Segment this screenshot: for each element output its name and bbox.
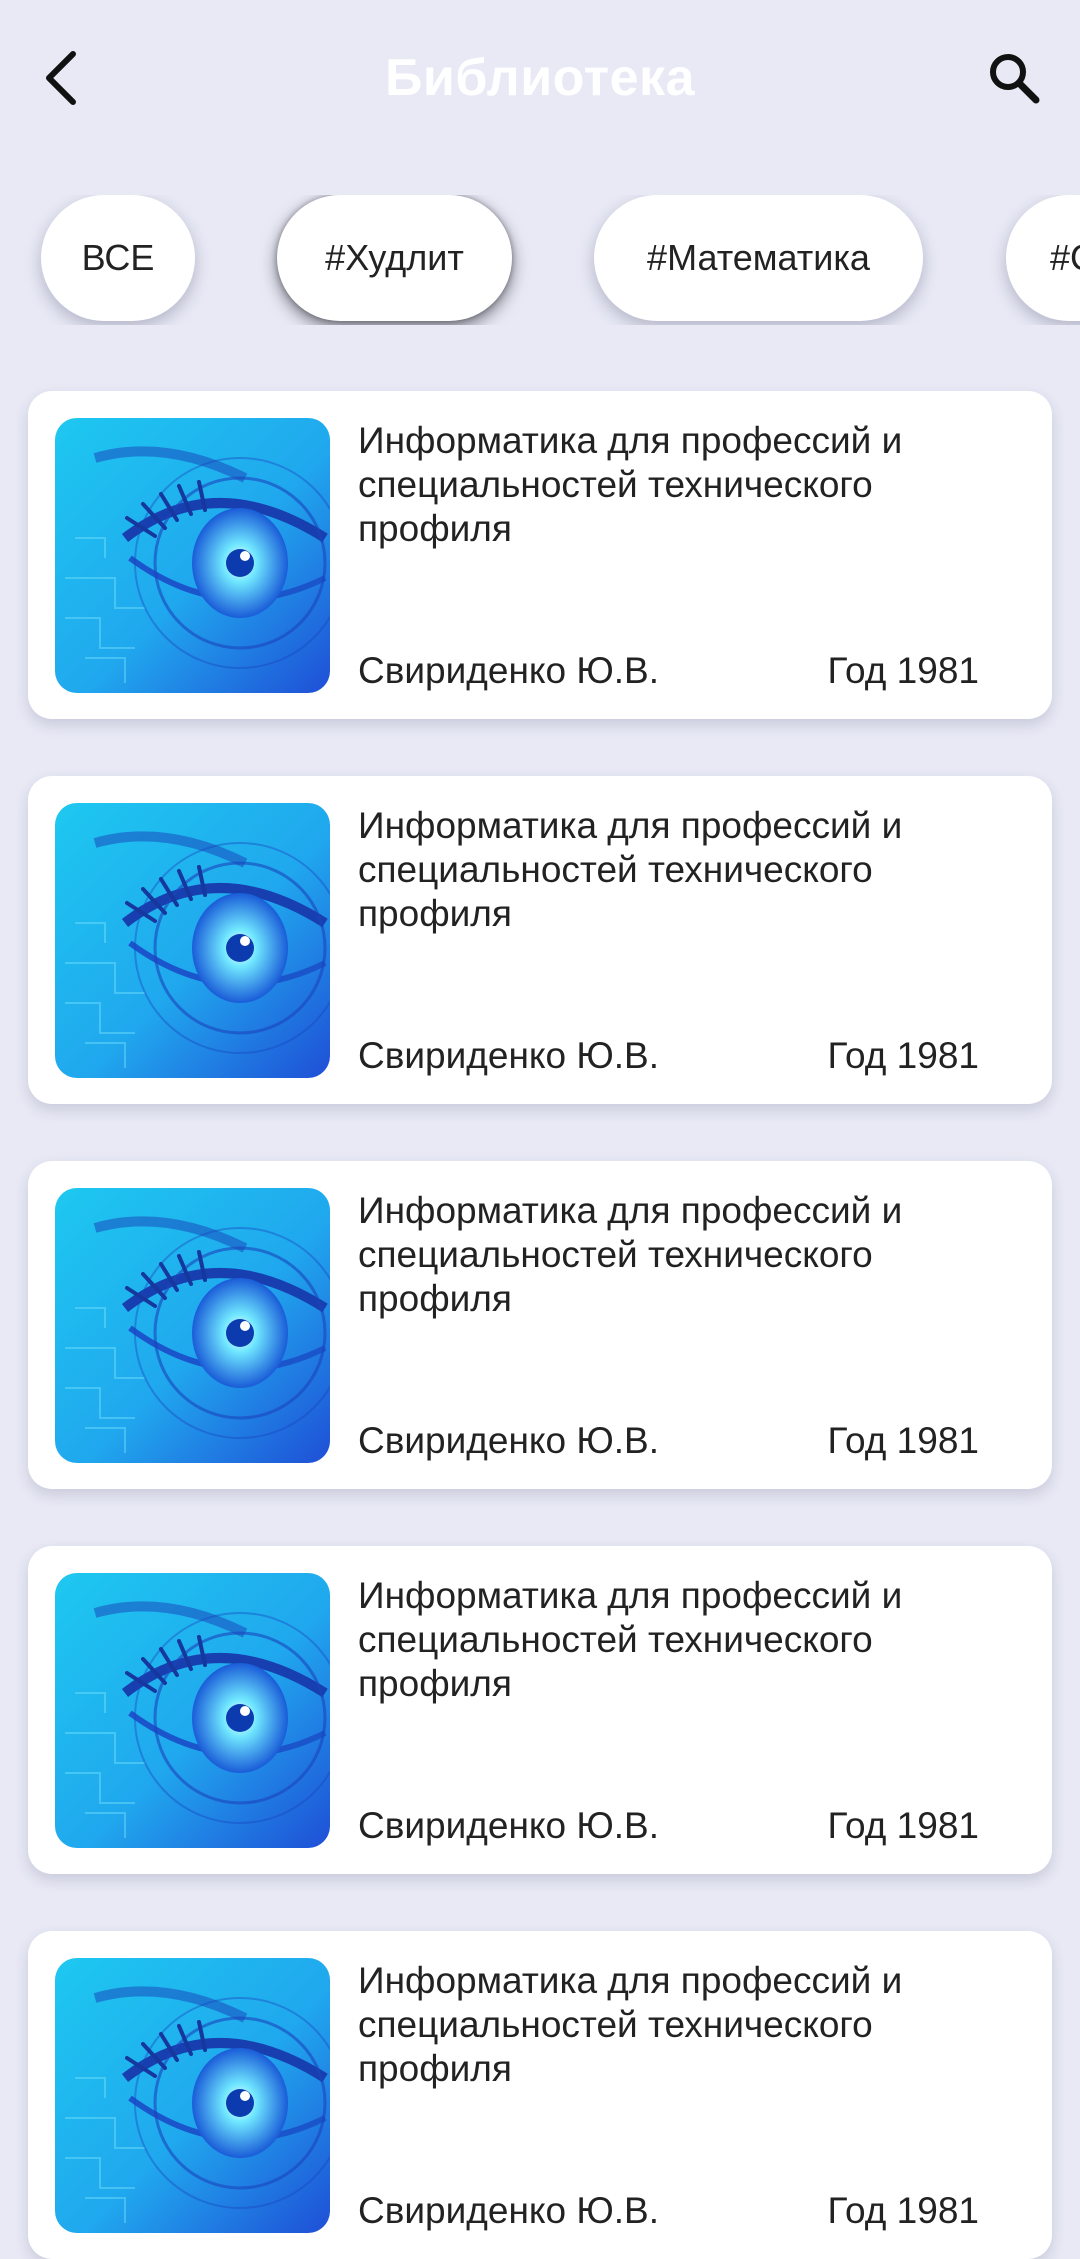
- book-card[interactable]: Информатика для профессий и специальност…: [28, 1931, 1052, 2259]
- book-cover: [55, 1188, 330, 1463]
- book-author: Свириденко Ю.В.: [358, 2190, 659, 2231]
- book-card[interactable]: Информатика для профессий и специальност…: [28, 776, 1052, 1104]
- eye-cover-image: [55, 803, 330, 1078]
- book-author: Свириденко Ю.В.: [358, 1035, 659, 1076]
- book-year: Год 1981: [827, 650, 979, 691]
- book-card[interactable]: Информатика для профессий и специальност…: [28, 1546, 1052, 1874]
- book-title: Информатика для профессий и специальност…: [358, 805, 903, 934]
- book-year: Год 1981: [827, 1035, 979, 1076]
- book-author: Свириденко Ю.В.: [358, 1805, 659, 1846]
- book-year: Год 1981: [827, 2190, 979, 2231]
- book-title: Информатика для профессий и специальност…: [358, 1575, 903, 1704]
- book-title: Информатика для профессий и специальност…: [358, 420, 903, 549]
- search-icon: [990, 54, 1040, 104]
- chip-partial[interactable]: #С: [1006, 195, 1080, 321]
- book-title: Информатика для профессий и специальност…: [358, 1960, 903, 2089]
- page-title: Библиотека: [385, 49, 695, 107]
- search-button[interactable]: [976, 40, 1052, 116]
- book-year: Год 1981: [827, 1420, 979, 1461]
- book-author: Свириденко Ю.В.: [358, 650, 659, 691]
- book-year: Год 1981: [827, 1805, 979, 1846]
- book-author: Свириденко Ю.В.: [358, 1420, 659, 1461]
- book-card[interactable]: Информатика для профессий и специальност…: [28, 391, 1052, 719]
- book-cover: [55, 418, 330, 693]
- app-header: Библиотека: [0, 0, 1080, 160]
- chip-fiction[interactable]: #Худлит: [277, 195, 512, 321]
- book-card[interactable]: Информатика для профессий и специальност…: [28, 1161, 1052, 1489]
- book-cover: [55, 1573, 330, 1848]
- eye-cover-image: [55, 1958, 330, 2233]
- filter-chips: ВСЕ #Худлит #Математика #С: [0, 195, 1080, 325]
- chip-all[interactable]: ВСЕ: [41, 195, 195, 321]
- eye-cover-image: [55, 1573, 330, 1848]
- eye-cover-image: [55, 1188, 330, 1463]
- book-title: Информатика для профессий и специальност…: [358, 1190, 903, 1319]
- eye-cover-image: [55, 418, 330, 693]
- book-cover: [55, 803, 330, 1078]
- chip-math[interactable]: #Математика: [594, 195, 923, 321]
- book-cover: [55, 1958, 330, 2233]
